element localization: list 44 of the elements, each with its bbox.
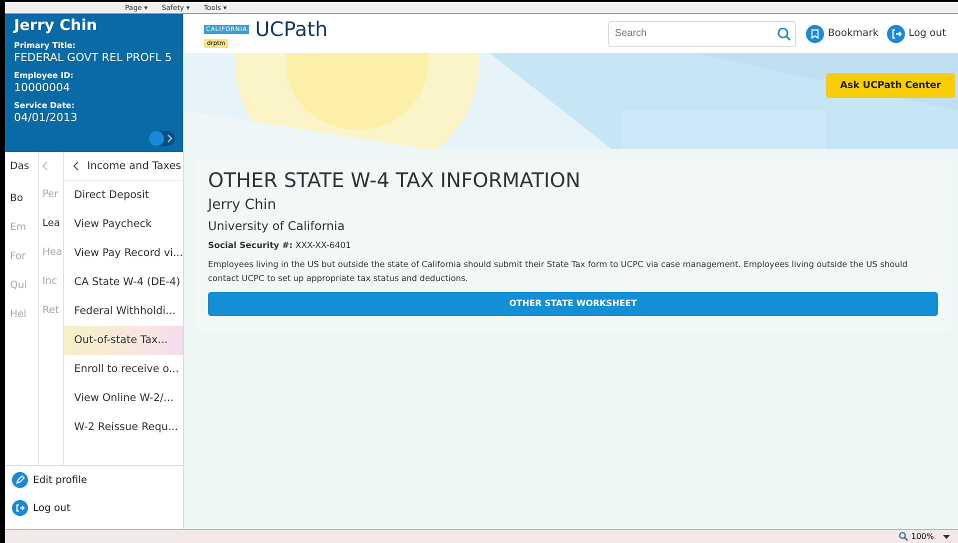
profile-name: Jerry Chin xyxy=(14,17,98,34)
menu-item[interactable]: Federal Withholdi... xyxy=(64,297,183,326)
dropdown-icon[interactable] xyxy=(943,534,950,538)
sidebar-link[interactable]: Log out xyxy=(33,502,70,514)
organization-name: University of California xyxy=(208,219,346,233)
menu-item[interactable]: Bo xyxy=(10,184,38,213)
search-icon[interactable] xyxy=(776,26,791,40)
sidebar-link[interactable]: Edit profile xyxy=(33,474,88,486)
field-label: Service Date: xyxy=(14,101,76,111)
logout-icon[interactable] xyxy=(886,24,905,42)
field-value: 04/01/2013 xyxy=(14,111,78,124)
bookmark-link[interactable]: Bookmark xyxy=(828,28,879,39)
ssn-text: Social Security #: XXX-XX-6401 xyxy=(208,241,352,251)
menu-item[interactable]: Direct Deposit xyxy=(64,181,183,210)
field-label: Primary Title: xyxy=(14,41,77,51)
bookmark-icon[interactable] xyxy=(806,24,824,42)
zoom-icon[interactable] xyxy=(899,532,908,541)
search-field[interactable]: Search xyxy=(608,20,796,46)
chevron-icon xyxy=(167,134,173,143)
field-value: FEDERAL GOVT REL PROFL 5 xyxy=(14,51,173,64)
menu-title: Income and Taxes xyxy=(87,160,182,172)
logo-text[interactable]: UCPath xyxy=(255,19,328,39)
zoom-level[interactable]: 100% xyxy=(911,532,934,541)
field-label: Employee ID: xyxy=(14,71,74,81)
menu-item[interactable]: View Online W-2/... xyxy=(64,384,183,413)
menu-item[interactable]: View Paycheck xyxy=(64,210,183,239)
field-value: 10000004 xyxy=(14,81,71,94)
menu-item[interactable]: Enroll to receive o... xyxy=(64,355,183,384)
collapse-toggle[interactable] xyxy=(149,131,175,146)
menu-item[interactable]: W-2 Reissue Requ... xyxy=(64,413,183,442)
logout-icon[interactable] xyxy=(12,500,28,516)
logout-link[interactable]: Log out xyxy=(908,28,946,39)
employee-name: Jerry Chin xyxy=(208,197,278,213)
menu-item[interactable]: Das xyxy=(10,158,38,182)
worksheet-button[interactable]: OTHER STATE WORKSHEET xyxy=(208,292,938,316)
menu-item[interactable]: Lea xyxy=(42,209,64,238)
menu-item[interactable]: View Pay Record vi... xyxy=(64,239,183,268)
menu-item[interactable]: Out-of-state Tax... xyxy=(64,326,183,355)
ask-center-button[interactable]: Ask UCPath Center xyxy=(826,73,955,98)
back-icon[interactable] xyxy=(73,161,80,171)
page-title: OTHER STATE W-4 TAX INFORMATION xyxy=(208,167,582,193)
instructions-text: Employees living in the US but outside the state of California should submit their State Tax form to UCPC via case management. Employees living outside the US should contact UCPC to set up appropriate tax status and deductions. xyxy=(208,258,909,285)
menu-item[interactable]: CA State W-4 (DE-4) xyxy=(64,268,183,297)
pencil-icon[interactable] xyxy=(12,472,28,488)
